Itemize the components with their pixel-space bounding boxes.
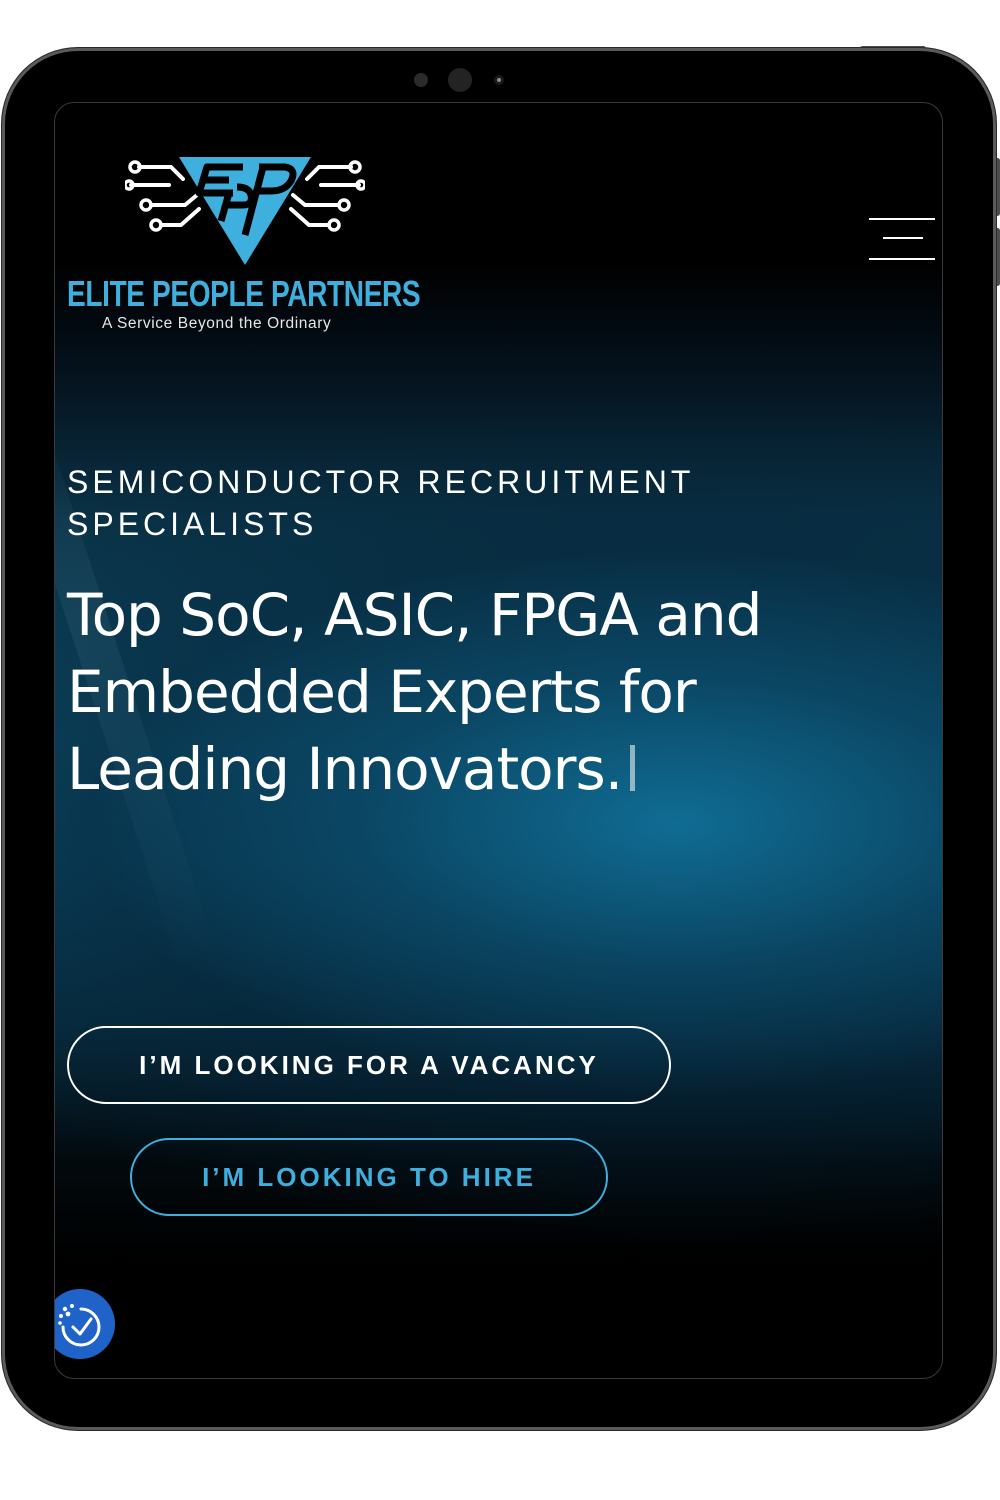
- menu-line: [883, 237, 923, 239]
- site-logo[interactable]: ELITE PEOPLE PARTNERS A Service Beyond t…: [67, 147, 427, 337]
- hamburger-menu-icon[interactable]: [869, 215, 935, 263]
- hero-eyebrow: SEMICONDUCTOR RECRUITMENT SPECIALISTS: [67, 464, 694, 542]
- looking-for-vacancy-button[interactable]: I’M LOOKING FOR A VACANCY: [67, 1026, 671, 1104]
- brand-name: ELITE PEOPLE PARTNERS: [67, 273, 421, 314]
- menu-line: [869, 258, 935, 260]
- screen: ELITE PEOPLE PARTNERS A Service Beyond t…: [54, 102, 943, 1379]
- front-camera: [448, 68, 472, 92]
- menu-line: [869, 218, 935, 220]
- looking-to-hire-button[interactable]: I’M LOOKING TO HIRE: [130, 1138, 608, 1216]
- typing-caret: [630, 745, 636, 791]
- sensor-dot: [414, 73, 428, 87]
- camera-lens: [494, 75, 504, 85]
- accessibility-check-icon: [58, 1304, 101, 1347]
- hero-headline-text: Top SoC, ASIC, FPGA and Embedded Experts…: [67, 581, 762, 803]
- circuit-triangle-epp-logo-icon: [125, 157, 365, 265]
- accessibility-button[interactable]: [55, 1289, 115, 1359]
- brand-tagline: A Service Beyond the Ordinary: [102, 315, 332, 332]
- hero-headline: Top SoC, ASIC, FPGA and Embedded Experts…: [67, 577, 927, 808]
